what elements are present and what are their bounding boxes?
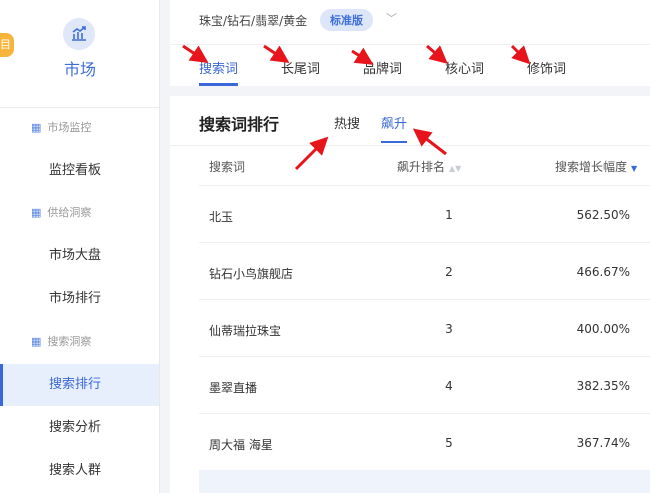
chevron-down-icon[interactable]: ﹀ xyxy=(386,10,397,26)
growth: 382.35% xyxy=(576,379,630,393)
divider xyxy=(170,44,650,45)
sidebar-item-market-ranking[interactable]: 市场排行 xyxy=(0,278,159,320)
table-row[interactable]: 周大福 海星 5 367.74% xyxy=(199,413,650,470)
column-header-keyword: 搜索词 xyxy=(209,160,246,174)
keyword: 墨翠直播 xyxy=(209,381,258,395)
header-card: 珠宝/钻石/翡翠/黄金 标准版 ﹀ 搜索词 长尾词 品牌词 核心词 修饰词 xyxy=(170,0,650,86)
sidebar: 目 市场 ▦ 市场监控 监控看板 ▦ 供给洞察 市场大盘 市场排行 ▦ 搜索洞察 搜索… xyxy=(0,0,160,493)
divider xyxy=(170,145,650,146)
rank: 2 xyxy=(445,265,453,279)
sort-desc-icon[interactable]: ▼ xyxy=(631,164,637,173)
section-market-monitor: ▦ 市场监控 xyxy=(0,113,159,143)
column-label: 飙升排名 xyxy=(397,160,446,174)
table-row[interactable]: 墨翠直播 4 382.35% xyxy=(199,356,650,413)
sort-icon[interactable]: ▲▼ xyxy=(449,164,461,173)
tab-core-words[interactable]: 核心词 xyxy=(445,58,484,77)
panel-title: 搜索词排行 xyxy=(199,115,280,134)
table-row[interactable]: 仙蒂瑞拉珠宝 3 400.00% xyxy=(199,299,650,356)
section-label: 供给洞察 xyxy=(47,206,92,219)
table-row[interactable]: 钻石小鸟旗舰店 2 466.67% xyxy=(199,242,650,299)
growth: 400.00% xyxy=(576,322,630,336)
keyword: 北玉 xyxy=(209,210,234,224)
table-row-partial xyxy=(199,470,650,493)
subtab-rising[interactable]: 飙升 xyxy=(381,113,408,143)
floating-badge[interactable]: 目 xyxy=(0,33,14,57)
section-label: 市场监控 xyxy=(47,121,92,134)
sidebar-item-market-overview[interactable]: 市场大盘 xyxy=(0,235,159,277)
category-breadcrumb[interactable]: 珠宝/钻石/翡翠/黄金 xyxy=(199,12,307,29)
tab-long-tail-words[interactable]: 长尾词 xyxy=(281,58,320,77)
tab-modifier-words[interactable]: 修饰词 xyxy=(527,58,566,77)
keyword: 仙蒂瑞拉珠宝 xyxy=(209,324,282,338)
sidebar-item-monitor-board[interactable]: 监控看板 xyxy=(0,150,159,192)
rank: 4 xyxy=(445,379,453,393)
section-search-insight: ▦ 搜索洞察 xyxy=(0,327,159,357)
keyword: 钻石小鸟旗舰店 xyxy=(209,267,294,281)
edition-badge: 标准版 xyxy=(320,9,373,31)
module-label[interactable]: 市场 xyxy=(0,56,160,80)
sidebar-item-search-audience[interactable]: 搜索人群 xyxy=(0,450,159,492)
growth: 466.67% xyxy=(576,265,630,279)
growth: 367.74% xyxy=(576,436,630,450)
section-supply-insight: ▦ 供给洞察 xyxy=(0,198,159,228)
subtab-hot-search[interactable]: 热搜 xyxy=(334,113,360,132)
tab-brand-words[interactable]: 品牌词 xyxy=(363,58,402,77)
sidebar-item-search-analysis[interactable]: 搜索分析 xyxy=(0,407,159,449)
ranking-card: 搜索词排行 热搜 飙升 搜索词 飙升排名 ▲▼ 搜索增长幅度 ▼ 北玉 1 562.50… xyxy=(170,96,650,493)
column-header-rank[interactable]: 飙升排名 ▲▼ xyxy=(397,158,461,175)
section-label: 搜索洞察 xyxy=(47,335,92,348)
table-row[interactable]: 北玉 1 562.50% xyxy=(199,185,650,242)
tab-search-words[interactable]: 搜索词 xyxy=(199,58,239,86)
growth: 562.50% xyxy=(576,208,630,222)
keyword: 周大福 海星 xyxy=(209,438,273,452)
column-label: 搜索增长幅度 xyxy=(555,160,628,174)
divider xyxy=(0,107,160,108)
building-icon: ▦ xyxy=(31,335,42,348)
sidebar-item-search-ranking[interactable]: 搜索排行 xyxy=(0,364,159,406)
rank: 5 xyxy=(445,436,453,450)
building-icon: ▦ xyxy=(31,206,42,219)
column-header-growth[interactable]: 搜索增长幅度 ▼ xyxy=(555,158,637,175)
rank: 3 xyxy=(445,322,453,336)
market-chart-icon xyxy=(63,18,95,50)
building-icon: ▦ xyxy=(31,121,42,134)
rank: 1 xyxy=(445,208,453,222)
